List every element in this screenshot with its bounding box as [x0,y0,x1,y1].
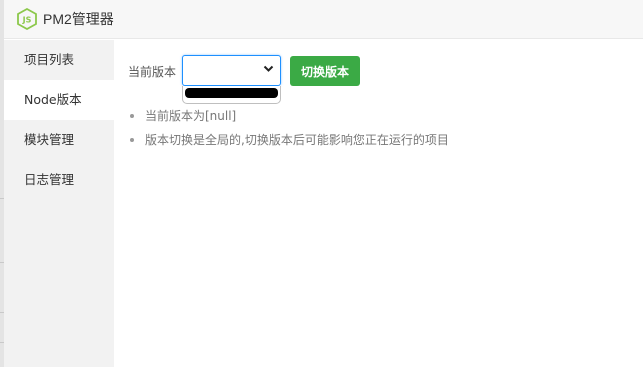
sidebar-item-module-management[interactable]: 模块管理 [4,120,114,160]
sidebar: 项目列表 Node版本 模块管理 日志管理 [4,40,114,367]
main-panel: 当前版本 切换版本 当前版本为[null] 版本切换是全局的,切换版本后可能影响… [114,40,643,367]
list-item: 当前版本为[null] [128,108,449,132]
sidebar-item-label: 项目列表 [24,52,75,67]
list-item: 版本切换是全局的,切换版本后可能影响您正在运行的项目 [128,132,449,156]
switch-version-button[interactable]: 切换版本 [290,56,360,86]
sidebar-item-label: Node版本 [24,92,82,107]
sidebar-item-project-list[interactable]: 项目列表 [4,40,114,80]
app-title: PM2管理器 [43,11,114,27]
title-bar: JS PM2管理器 [4,0,643,39]
logo-text: JS [22,16,32,25]
chevron-down-icon [263,65,274,72]
current-version-note: 当前版本为[null] [145,109,237,123]
bullet-icon [130,114,134,118]
sidebar-item-log-management[interactable]: 日志管理 [4,160,114,200]
version-select[interactable] [182,55,281,86]
sidebar-item-label: 日志管理 [24,172,75,187]
notes-list: 当前版本为[null] 版本切换是全局的,切换版本后可能影响您正在运行的项目 [128,108,449,156]
version-option-highlighted[interactable] [185,88,278,98]
nodejs-icon: JS [17,8,37,30]
current-version-label: 当前版本 [128,65,177,79]
switch-warning-note: 版本切换是全局的,切换版本后可能影响您正在运行的项目 [145,133,449,147]
bullet-icon [130,138,134,142]
sidebar-item-node-version[interactable]: Node版本 [4,80,114,120]
sidebar-item-label: 模块管理 [24,132,75,147]
version-dropdown-list [182,86,281,104]
